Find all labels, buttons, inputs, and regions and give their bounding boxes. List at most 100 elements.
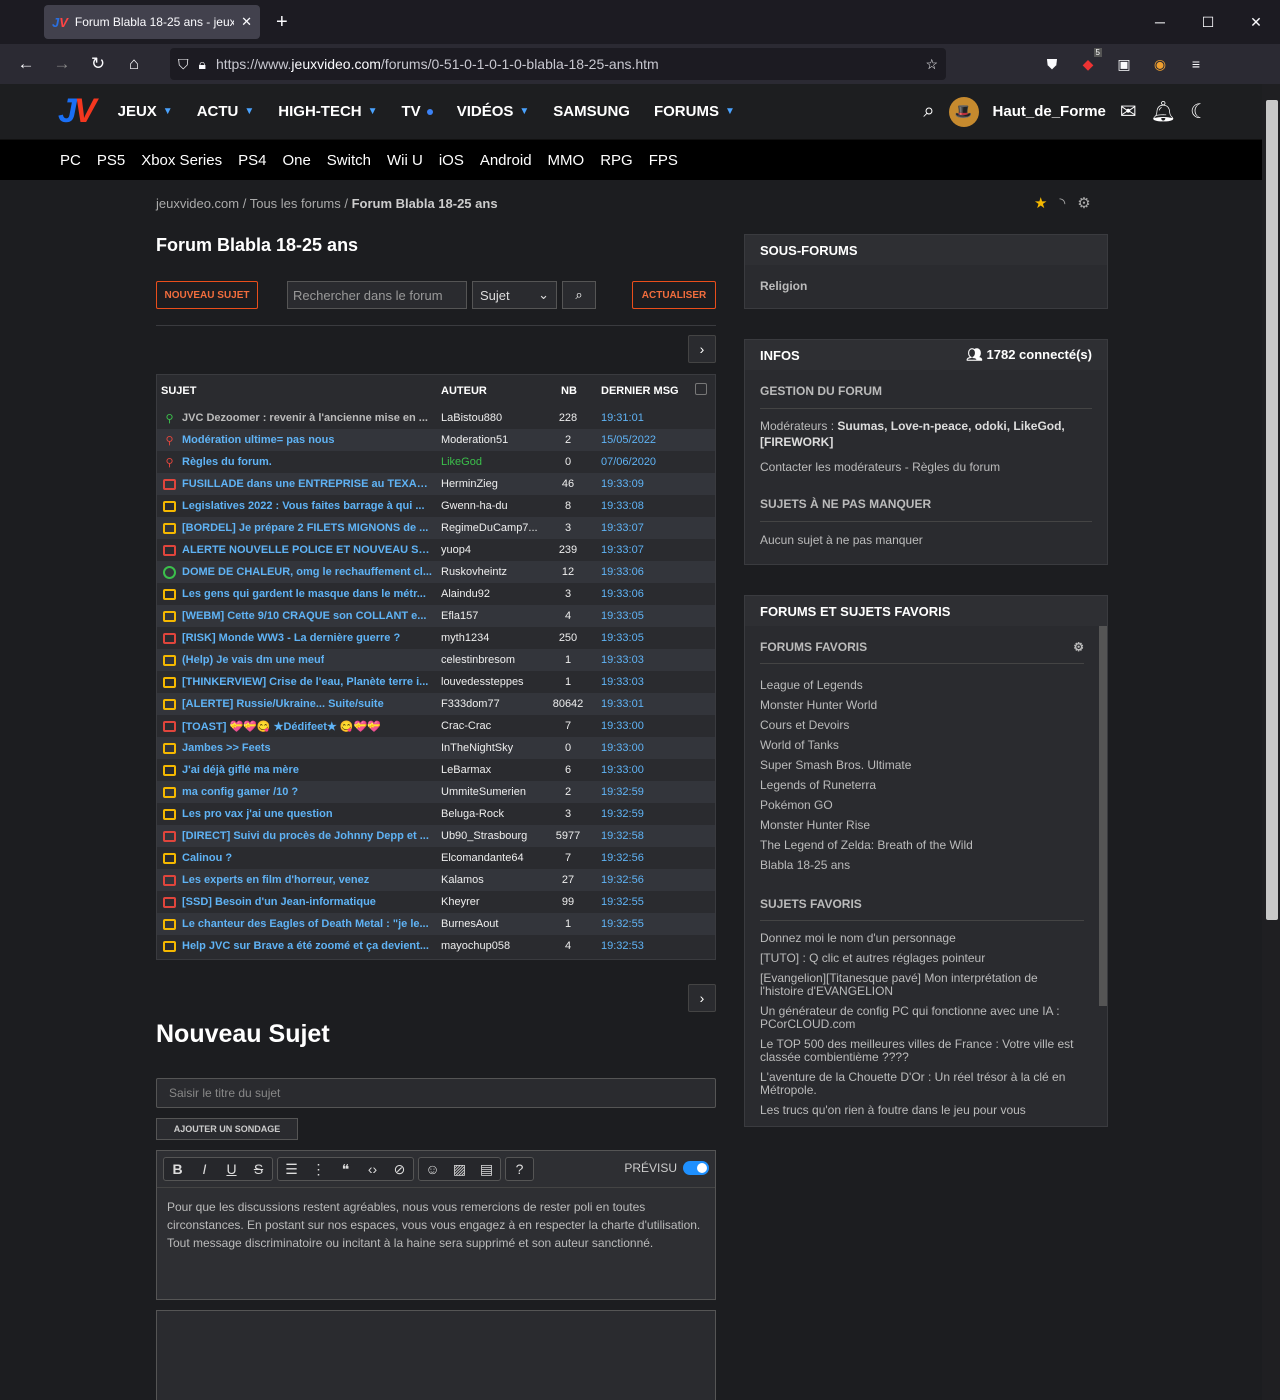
topic-last-message[interactable]: 19:33:05 bbox=[601, 610, 644, 622]
extension-icon[interactable]: ▣ bbox=[1114, 56, 1134, 73]
topic-author[interactable]: LaBistou880 bbox=[441, 412, 541, 424]
topic-title-link[interactable]: Règles du forum. bbox=[182, 456, 272, 468]
topic-author[interactable]: myth1234 bbox=[441, 632, 541, 644]
table-row[interactable]: ⚲ Modération ultime= pas nous Moderation51… bbox=[157, 429, 715, 451]
topic-title-link[interactable]: J'ai déjà giflé ma mère bbox=[182, 764, 299, 776]
settings-gear-icon[interactable]: ⚙ bbox=[1077, 194, 1090, 212]
topic-title-link[interactable]: [DIRECT] Suivi du procès de Johnny Depp … bbox=[182, 830, 429, 842]
topic-title-input[interactable]: Saisir le titre du sujet bbox=[156, 1078, 716, 1108]
home-icon[interactable]: ⌂ bbox=[116, 54, 152, 74]
topic-last-message[interactable]: 19:32:59 bbox=[601, 808, 644, 820]
table-row[interactable]: [THINKERVIEW] Crise de l'eau, Planète te… bbox=[157, 671, 715, 693]
topic-last-message[interactable]: 19:33:01 bbox=[601, 698, 644, 710]
platform-link[interactable]: MMO bbox=[548, 152, 585, 169]
fav-forum-link[interactable]: Legends of Runeterra bbox=[760, 775, 1084, 795]
topic-author[interactable]: Crac-Crac bbox=[441, 720, 541, 732]
platform-link[interactable]: Switch bbox=[327, 152, 371, 169]
topic-last-message[interactable]: 19:33:07 bbox=[601, 522, 644, 534]
refresh-button[interactable]: ACTUALISER bbox=[632, 281, 716, 309]
topic-title-link[interactable]: (Help) Je vais dm une meuf bbox=[182, 654, 324, 666]
preview-toggle[interactable] bbox=[683, 1161, 709, 1175]
topic-author[interactable]: Kheyrer bbox=[441, 896, 541, 908]
nav-item[interactable]: FORUMS ▼ bbox=[654, 103, 735, 120]
fav-forum-link[interactable]: Cours et Devoirs bbox=[760, 715, 1084, 735]
breadcrumb-forums[interactable]: Tous les forums bbox=[250, 196, 341, 211]
topic-author[interactable]: celestinbresom bbox=[441, 654, 541, 666]
table-row[interactable]: Le chanteur des Eagles of Death Metal : … bbox=[157, 913, 715, 935]
topic-last-message[interactable]: 19:33:00 bbox=[601, 742, 644, 754]
fav-topic-link[interactable]: [TUTO] : Q clic et autres réglages point… bbox=[760, 952, 1084, 965]
topic-author[interactable]: RegimeDuCamp7... bbox=[441, 522, 541, 534]
nav-item[interactable]: VIDÉOS ▼ bbox=[457, 103, 530, 120]
help-icon[interactable]: ? bbox=[506, 1161, 533, 1177]
search-scope-select[interactable]: Sujet ⌄ bbox=[472, 281, 557, 309]
forward-icon[interactable]: → bbox=[44, 54, 80, 74]
nav-item[interactable]: ACTU ▼ bbox=[197, 103, 255, 120]
bookmark-star-icon[interactable]: ☆ bbox=[925, 56, 938, 73]
fav-forum-link[interactable]: Monster Hunter World bbox=[760, 695, 1084, 715]
topic-last-message[interactable]: 19:33:05 bbox=[601, 632, 644, 644]
topic-last-message[interactable]: 19:33:06 bbox=[601, 588, 644, 600]
table-row[interactable]: ma config gamer /10 ? UmmiteSumerien 2 19:3… bbox=[157, 781, 715, 803]
quote-icon[interactable]: ❝ bbox=[332, 1161, 359, 1178]
reload-icon[interactable]: ↻ bbox=[80, 54, 116, 74]
topic-title-link[interactable]: Les experts en film d'horreur, venez bbox=[182, 874, 369, 886]
username[interactable]: Haut_de_Forme bbox=[993, 103, 1106, 120]
fav-forum-link[interactable]: Monster Hunter Rise bbox=[760, 815, 1084, 835]
table-row[interactable]: [RISK] Monde WW3 - La dernière guerre ? m… bbox=[157, 627, 715, 649]
tampermonkey-icon[interactable]: ◉ bbox=[1150, 56, 1170, 73]
topic-author[interactable]: LikeGod bbox=[441, 456, 541, 468]
topic-last-message[interactable]: 19:33:07 bbox=[601, 544, 644, 556]
platform-link[interactable]: PS5 bbox=[97, 152, 125, 169]
code-icon[interactable]: ‹› bbox=[359, 1161, 386, 1177]
topic-title-link[interactable]: JVC Dezoomer : revenir à l'ancienne mise… bbox=[182, 412, 428, 424]
message-textarea[interactable]: Pour que les discussions restent agréabl… bbox=[157, 1187, 715, 1299]
topic-author[interactable]: F333dom77 bbox=[441, 698, 541, 710]
table-row[interactable]: [TOAST] 💝💝😋 ★Dédifeet★ 😋💝💝 Crac-Crac 7 19:3… bbox=[157, 715, 715, 737]
fav-topic-link[interactable]: Un générateur de config PC qui fonctionn… bbox=[760, 1005, 1084, 1031]
platform-link[interactable]: Xbox Series bbox=[141, 152, 222, 169]
search-icon[interactable]: ⌕ bbox=[923, 100, 934, 123]
topic-last-message[interactable]: 19:32:55 bbox=[601, 896, 644, 908]
fav-topic-link[interactable]: L'aventure de la Chouette D'Or : Un réel… bbox=[760, 1071, 1084, 1097]
platform-link[interactable]: FPS bbox=[649, 152, 678, 169]
next-page-button-bottom[interactable]: › bbox=[688, 984, 716, 1012]
jv-logo[interactable]: JV bbox=[58, 92, 97, 131]
topic-author[interactable]: BurnesAout bbox=[441, 918, 541, 930]
platform-link[interactable]: RPG bbox=[600, 152, 633, 169]
topic-author[interactable]: Moderation51 bbox=[441, 434, 541, 446]
topic-last-message[interactable]: 19:32:53 bbox=[601, 940, 644, 952]
topic-last-message[interactable]: 19:32:56 bbox=[601, 852, 644, 864]
pocket-icon[interactable]: ⛊ bbox=[1042, 56, 1062, 73]
topic-title-link[interactable]: Help JVC sur Brave a été zoomé et ça dev… bbox=[182, 940, 429, 952]
topic-last-message[interactable]: 19:32:58 bbox=[601, 830, 644, 842]
menu-icon[interactable]: ≡ bbox=[1186, 56, 1206, 72]
topic-title-link[interactable]: Les gens qui gardent le masque dans le m… bbox=[182, 588, 426, 600]
table-row[interactable]: Les gens qui gardent le masque dans le m… bbox=[157, 583, 715, 605]
underline-icon[interactable]: U bbox=[218, 1161, 245, 1177]
topic-author[interactable]: LeBarmax bbox=[441, 764, 541, 776]
topic-author[interactable]: louvedessteppes bbox=[441, 676, 541, 688]
topic-title-link[interactable]: [TOAST] 💝💝😋 ★Dédifeet★ 😋💝💝 bbox=[182, 720, 381, 733]
favorites-scroll-thumb[interactable] bbox=[1099, 626, 1107, 1006]
topic-title-link[interactable]: Legislatives 2022 : Vous faites barrage … bbox=[182, 500, 425, 512]
table-row[interactable]: ALERTE NOUVELLE POLICE ET NOUVEAU SM... y… bbox=[157, 539, 715, 561]
table-row[interactable]: J'ai déjà giflé ma mère LeBarmax 6 19:33:00 bbox=[157, 759, 715, 781]
fav-topic-link[interactable]: Donnez moi le nom d'un personnage bbox=[760, 932, 1084, 945]
topic-title-link[interactable]: ALERTE NOUVELLE POLICE ET NOUVEAU SM... bbox=[182, 544, 433, 556]
strikethrough-icon[interactable]: S bbox=[245, 1161, 272, 1177]
table-row[interactable]: FUSILLADE dans une ENTREPRISE au TEXAS .… bbox=[157, 473, 715, 495]
topic-author[interactable]: mayochup058 bbox=[441, 940, 541, 952]
table-row[interactable]: Les experts en film d'horreur, venez Kala… bbox=[157, 869, 715, 891]
bullet-list-icon[interactable]: ☰ bbox=[278, 1161, 305, 1178]
topic-last-message[interactable]: 19:33:00 bbox=[601, 764, 644, 776]
scrollbar-thumb[interactable] bbox=[1266, 100, 1278, 920]
numbered-list-icon[interactable]: ⋮ bbox=[305, 1161, 332, 1178]
fav-topic-link[interactable]: Le TOP 500 des meilleures villes de Fran… bbox=[760, 1038, 1084, 1064]
new-tab-icon[interactable]: + bbox=[276, 11, 288, 34]
topic-title-link[interactable]: Calinou ? bbox=[182, 852, 232, 864]
fav-settings-gear-icon[interactable]: ⚙ bbox=[1073, 640, 1084, 654]
breadcrumb-home[interactable]: jeuxvideo.com bbox=[156, 196, 239, 211]
subforum-link[interactable]: Religion bbox=[760, 279, 807, 293]
video-icon[interactable]: ▤ bbox=[473, 1161, 500, 1178]
